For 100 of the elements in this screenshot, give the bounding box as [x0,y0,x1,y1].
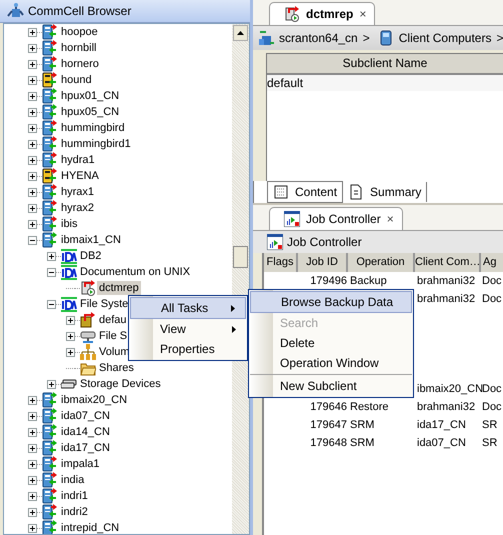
expand-toggle[interactable] [28,204,37,212]
tree-item[interactable]: ida14_CN [59,425,112,439]
table-cell-text: Backup [349,274,388,289]
plus-icon [29,188,36,196]
expand-toggle[interactable] [47,380,56,388]
collapse-toggle[interactable] [28,236,37,244]
server-icon [42,232,58,248]
tree-item[interactable]: intrepid_CN [59,521,122,534]
expand-toggle[interactable] [28,60,37,68]
view-tab[interactable]: Content [267,181,344,203]
plus-icon [29,428,36,436]
tree-item[interactable]: HYENA [59,169,101,183]
editor-tab[interactable]: dctmrep × [269,2,376,25]
tree-item[interactable]: Documentum on UNIX [78,265,192,279]
plus-icon [29,76,36,84]
table-cell-text: 179647 [309,418,348,433]
column-header[interactable]: Subclient Name [267,54,503,75]
column-header[interactable]: Job ID [298,253,348,272]
expand-toggle[interactable] [47,252,56,260]
tree-item[interactable]: hornbill [59,41,98,55]
menu-item[interactable]: Browse Backup Data [250,291,412,313]
expand-toggle[interactable] [28,92,37,100]
column-header[interactable]: Client Com… [415,253,481,272]
menu-item[interactable]: View [130,319,246,339]
expand-toggle[interactable] [28,124,37,132]
tree-item[interactable]: hoopoe [59,25,100,39]
tree-item[interactable]: impala1 [59,457,102,471]
column-header[interactable]: Flags [264,253,298,272]
server-icon [42,216,58,232]
table-cell-text: brahmani32 [416,274,476,289]
collapse-toggle[interactable] [47,300,56,308]
tree-item[interactable]: hydra1 [59,153,97,167]
tree-item[interactable]: hpux05_CN [59,105,122,119]
tree-item[interactable]: indri2 [59,505,90,519]
menu-item[interactable]: Delete [250,333,412,353]
expand-toggle[interactable] [28,508,37,516]
expand-toggle[interactable] [28,140,37,148]
tree-item[interactable]: hound [59,73,94,87]
grid-icon [273,184,289,200]
menu-item[interactable]: New Subclient [250,376,412,396]
close-button[interactable]: × [359,7,366,21]
tree-item[interactable]: hornero [59,57,101,71]
collapse-toggle[interactable] [47,268,56,276]
tree-item[interactable]: DB2 [78,249,104,263]
tree-item[interactable]: File S [97,329,130,343]
tree-item[interactable]: hyrax2 [59,201,96,215]
table-cell-text: Restore [349,400,390,415]
expand-toggle[interactable] [28,476,37,484]
menu-item[interactable]: All Tasks [130,297,246,319]
expand-toggle[interactable] [28,28,37,36]
tree-item[interactable]: ibmaix20_CN [59,393,130,407]
menu-item[interactable]: Properties [130,339,246,359]
tree-item[interactable]: File Syste [78,297,130,311]
expand-toggle[interactable] [28,444,37,452]
expand-toggle[interactable] [28,172,37,180]
scroll-up-button[interactable] [233,25,248,41]
expand-toggle[interactable] [28,460,37,468]
expand-toggle[interactable] [28,108,37,116]
breadcrumb-link[interactable]: scranton64_cn [279,31,358,45]
column-header[interactable]: Ag [481,253,503,272]
column-header[interactable]: Operation [348,253,415,272]
tree-item[interactable]: ibis [59,217,80,231]
expand-toggle[interactable] [28,412,37,420]
expand-toggle[interactable] [28,428,37,436]
expand-toggle[interactable] [66,316,75,324]
tree-item[interactable]: hyrax1 [59,185,96,199]
server-icon [42,392,58,408]
expand-toggle[interactable] [28,492,37,500]
expand-toggle[interactable] [66,332,75,340]
expand-toggle[interactable] [66,348,75,356]
tree-item[interactable]: ida17_CN [59,441,112,455]
expand-toggle[interactable] [28,396,37,404]
tree-item[interactable]: indri1 [59,489,90,503]
expand-toggle[interactable] [28,76,37,84]
table-cell-text: SR [481,418,498,433]
tree-item[interactable]: Shares [97,361,136,375]
expand-toggle[interactable] [28,524,37,532]
table-cell-text: Doc [481,274,503,289]
table-cell-text: ida07_CN [416,436,467,451]
tree-item[interactable]: dctmrep [97,281,141,295]
tree-item[interactable]: ida07_CN [59,409,112,423]
scroll-thumb[interactable] [233,246,248,268]
view-tab[interactable]: Summary [343,182,428,202]
expand-toggle[interactable] [28,156,37,164]
expand-toggle[interactable] [28,188,37,196]
expand-toggle[interactable] [28,44,37,52]
tree-item[interactable]: Storage Devices [78,377,163,391]
tree-item[interactable]: hpux01_CN [59,89,122,103]
tree-item[interactable]: india [59,473,86,487]
tree-item[interactable]: hummingbird1 [59,137,133,151]
tree-item[interactable]: defau [97,313,129,327]
panel-tab[interactable]: Job Controller × [269,207,403,230]
job-controller-icon [267,234,283,250]
tree-item[interactable]: hummingbird [59,121,127,135]
menu-item[interactable]: Operation Window [250,353,412,373]
breadcrumb-link[interactable]: Client Computers [398,31,492,45]
plus-icon [29,172,36,180]
close-button[interactable]: × [386,212,394,226]
expand-toggle[interactable] [28,220,37,228]
tree-item[interactable]: ibmaix1_CN [59,233,123,247]
